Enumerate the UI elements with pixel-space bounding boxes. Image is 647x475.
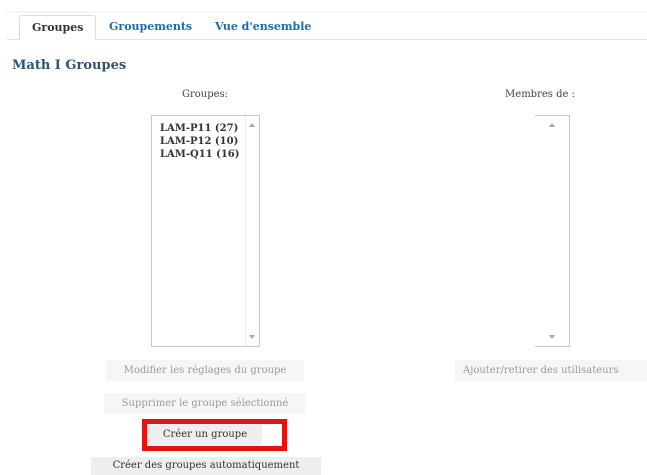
tab-vue-d-ensemble[interactable]: Vue d'ensemble (203, 15, 323, 39)
members-listbox[interactable] (535, 115, 570, 347)
highlight-box (142, 419, 287, 451)
group-option[interactable]: LAM-P11 (27) (152, 122, 240, 135)
scroll-down-icon[interactable] (249, 335, 255, 339)
members-label: Membres de : (505, 89, 575, 100)
scroll-up-icon[interactable] (549, 123, 555, 127)
groups-listbox[interactable]: LAM-P11 (27) LAM-P12 (10) LAM-Q11 (16) (151, 115, 260, 347)
groups-options: LAM-P11 (27) LAM-P12 (10) LAM-Q11 (16) (152, 122, 240, 161)
auto-create-groups-button[interactable]: Créer des groupes automatiquement (91, 457, 321, 475)
tab-bar: Groupes Groupements Vue d'ensemble (7, 11, 647, 40)
groups-scrollbar[interactable] (245, 116, 259, 346)
members-scrollbar[interactable] (535, 116, 569, 346)
scroll-down-icon[interactable] (549, 335, 555, 339)
edit-group-settings-button[interactable]: Modifier les réglages du groupe (106, 360, 304, 381)
scroll-up-icon[interactable] (249, 123, 255, 127)
add-remove-users-button[interactable]: Ajouter/retirer des utilisateurs (455, 360, 647, 381)
groups-label: Groupes: (181, 89, 229, 100)
tab-groupes[interactable]: Groupes (19, 15, 97, 40)
page-title: Math I Groupes (12, 58, 127, 73)
group-option[interactable]: LAM-P12 (10) (152, 135, 240, 148)
group-option[interactable]: LAM-Q11 (16) (152, 148, 240, 161)
tab-groupements[interactable]: Groupements (97, 15, 204, 39)
delete-selected-group-button[interactable]: Supprimer le groupe sélectionné (104, 393, 306, 414)
